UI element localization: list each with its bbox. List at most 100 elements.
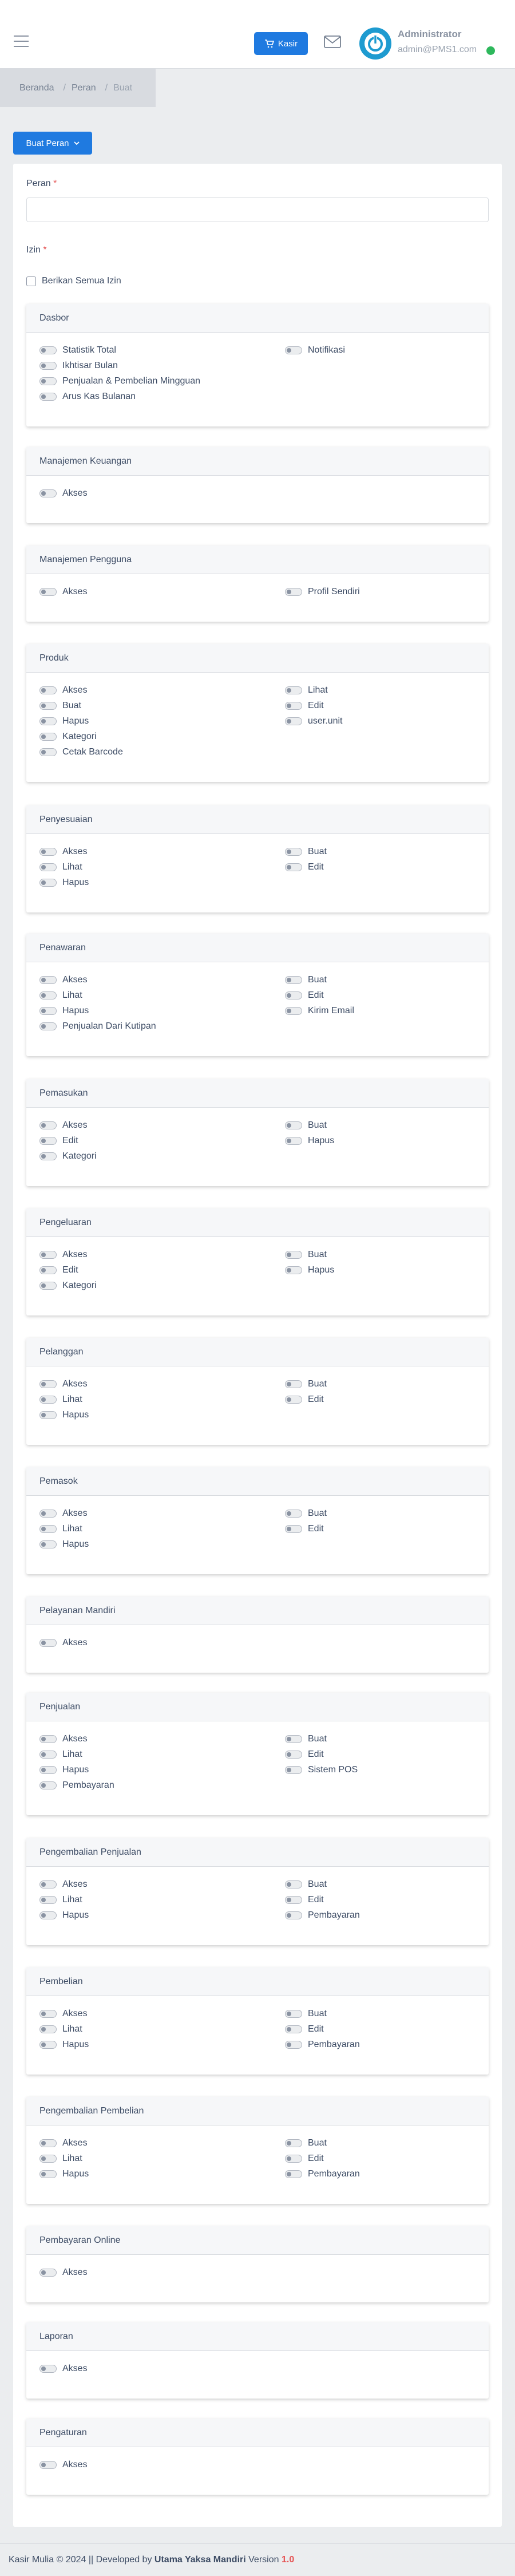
permission-toggle[interactable]: Pembayaran — [39, 1780, 114, 1791]
toggle-switch[interactable] — [39, 2139, 57, 2147]
permission-toggle[interactable]: Buat — [285, 1508, 327, 1519]
checkbox-box[interactable] — [26, 276, 36, 286]
toggle-switch[interactable] — [285, 1525, 302, 1533]
toggle-switch[interactable] — [39, 1781, 57, 1789]
permission-toggle[interactable]: Buat — [285, 1250, 327, 1260]
toggle-switch[interactable] — [39, 489, 57, 497]
toggle-switch[interactable] — [285, 1911, 302, 1919]
permission-toggle[interactable]: Buat — [285, 975, 327, 985]
toggle-switch[interactable] — [39, 2041, 57, 2049]
toggle-switch[interactable] — [285, 717, 302, 725]
permission-toggle[interactable]: Hapus — [39, 2040, 89, 2050]
permission-toggle[interactable]: Akses — [39, 847, 88, 857]
permission-toggle[interactable]: Pembayaran — [285, 2040, 360, 2050]
toggle-switch[interactable] — [39, 346, 57, 354]
toggle-switch[interactable] — [285, 1137, 302, 1145]
permission-toggle[interactable]: user.unit — [285, 716, 342, 726]
toggle-switch[interactable] — [39, 991, 57, 999]
toggle-switch[interactable] — [285, 2025, 302, 2033]
permission-toggle[interactable]: Akses — [39, 587, 88, 597]
toggle-switch[interactable] — [39, 1880, 57, 1888]
permission-toggle[interactable]: Hapus — [39, 1539, 89, 1550]
toggle-switch[interactable] — [285, 1896, 302, 1904]
permission-toggle[interactable]: Sistem POS — [285, 1765, 358, 1775]
toggle-switch[interactable] — [39, 1766, 57, 1774]
permission-toggle[interactable]: Lihat — [39, 990, 82, 1001]
toggle-switch[interactable] — [39, 1525, 57, 1533]
toggle-switch[interactable] — [39, 1510, 57, 1518]
permission-toggle[interactable]: Akses — [39, 488, 88, 499]
toggle-switch[interactable] — [39, 976, 57, 984]
permission-toggle[interactable]: Edit — [39, 1265, 78, 1275]
permission-toggle[interactable]: Akses — [39, 1879, 88, 1890]
toggle-switch[interactable] — [39, 1896, 57, 1904]
permission-toggle[interactable]: Akses — [39, 2009, 88, 2019]
grant-all-permissions-checkbox[interactable]: Berikan Semua Izin — [26, 276, 121, 286]
permission-toggle[interactable]: Buat — [285, 847, 327, 857]
toggle-switch[interactable] — [39, 863, 57, 871]
permission-toggle[interactable]: Buat — [285, 1379, 327, 1389]
toggle-switch[interactable] — [39, 2010, 57, 2018]
toggle-switch[interactable] — [285, 1266, 302, 1274]
toggle-switch[interactable] — [39, 1022, 57, 1030]
permission-toggle[interactable]: Hapus — [39, 1006, 89, 1016]
breadcrumb-roles[interactable]: Peran — [72, 83, 96, 93]
toggle-switch[interactable] — [39, 1735, 57, 1743]
toggle-switch[interactable] — [285, 863, 302, 871]
permission-toggle[interactable]: Akses — [39, 1379, 88, 1389]
toggle-switch[interactable] — [285, 1880, 302, 1888]
permission-toggle[interactable]: Lihat — [39, 862, 82, 872]
toggle-switch[interactable] — [39, 1251, 57, 1259]
permission-toggle[interactable]: Edit — [285, 701, 324, 711]
permission-toggle[interactable]: Lihat — [39, 1749, 82, 1760]
permission-toggle[interactable]: Akses — [39, 1734, 88, 1744]
permission-toggle[interactable]: Akses — [39, 1638, 88, 1648]
permission-toggle[interactable]: Pembayaran — [285, 2169, 360, 2179]
create-role-dropdown-button[interactable]: Buat Peran — [13, 132, 92, 155]
permission-toggle[interactable]: Hapus — [39, 716, 89, 726]
toggle-switch[interactable] — [285, 1007, 302, 1015]
toggle-switch[interactable] — [39, 702, 57, 710]
breadcrumb-home[interactable]: Beranda — [19, 83, 54, 93]
permission-toggle[interactable]: Kategori — [39, 1281, 97, 1291]
toggle-switch[interactable] — [285, 686, 302, 694]
permission-toggle[interactable]: Edit — [285, 1895, 324, 1905]
permission-toggle[interactable]: Penjualan & Pembelian Mingguan — [39, 376, 200, 386]
permission-toggle[interactable]: Hapus — [39, 1765, 89, 1775]
toggle-switch[interactable] — [285, 1380, 302, 1388]
permission-toggle[interactable]: Notifikasi — [285, 345, 345, 355]
toggle-switch[interactable] — [39, 2025, 57, 2033]
toggle-switch[interactable] — [39, 748, 57, 756]
permission-toggle[interactable]: Akses — [39, 685, 88, 696]
toggle-switch[interactable] — [39, 393, 57, 401]
permission-toggle[interactable]: Akses — [39, 2460, 88, 2470]
toggle-switch[interactable] — [285, 1396, 302, 1404]
permission-toggle[interactable]: Kategori — [39, 732, 97, 742]
toggle-switch[interactable] — [39, 2461, 57, 2469]
permission-toggle[interactable]: Statistik Total — [39, 345, 116, 355]
toggle-switch[interactable] — [39, 733, 57, 741]
toggle-switch[interactable] — [39, 848, 57, 856]
toggle-switch[interactable] — [39, 1411, 57, 1419]
permission-toggle[interactable]: Edit — [39, 1136, 78, 1146]
toggle-switch[interactable] — [39, 1639, 57, 1647]
permission-toggle[interactable]: Kirim Email — [285, 1006, 354, 1016]
permission-toggle[interactable]: Hapus — [285, 1136, 334, 1146]
toggle-switch[interactable] — [285, 2041, 302, 2049]
toggle-switch[interactable] — [39, 1396, 57, 1404]
toggle-switch[interactable] — [39, 1152, 57, 1160]
permission-toggle[interactable]: Akses — [39, 1120, 88, 1131]
permission-toggle[interactable]: Akses — [39, 1250, 88, 1260]
toggle-switch[interactable] — [39, 1911, 57, 1919]
permission-toggle[interactable]: Edit — [285, 990, 324, 1001]
permission-toggle[interactable]: Akses — [39, 1508, 88, 1519]
permission-toggle[interactable]: Pembayaran — [285, 1910, 360, 1921]
permission-toggle[interactable]: Edit — [285, 1394, 324, 1405]
toggle-switch[interactable] — [39, 2170, 57, 2178]
toggle-switch[interactable] — [39, 686, 57, 694]
permission-toggle[interactable]: Kategori — [39, 1151, 97, 1161]
permission-toggle[interactable]: Lihat — [39, 1524, 82, 1534]
avatar[interactable] — [359, 27, 391, 60]
permission-toggle[interactable]: Edit — [285, 1749, 324, 1760]
permission-toggle[interactable]: Akses — [39, 975, 88, 985]
